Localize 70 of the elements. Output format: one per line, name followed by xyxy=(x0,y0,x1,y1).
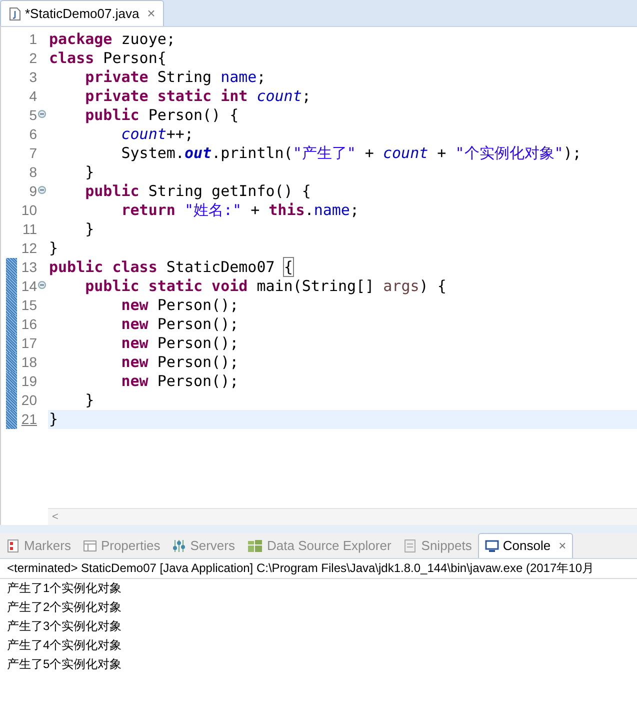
fold-icon[interactable] xyxy=(38,186,46,194)
code-text: class Person{ xyxy=(48,49,166,68)
code-text: public Person() { xyxy=(84,106,239,125)
line-number: 10 xyxy=(21,201,37,220)
horizontal-scrollbar[interactable]: < xyxy=(48,508,637,525)
close-icon[interactable]: × xyxy=(147,3,156,24)
line-number: 3 xyxy=(29,68,37,87)
code-text: new Person(); xyxy=(120,315,239,334)
fold-icon[interactable] xyxy=(38,281,46,289)
line-number: 4 xyxy=(29,87,37,106)
console-output-line: 产生了5个实例化对象 xyxy=(6,656,123,673)
monitor-icon xyxy=(484,539,499,553)
line-number: 2 xyxy=(29,49,37,68)
panel-tab[interactable]: Console × xyxy=(478,533,574,558)
fold-icon[interactable] xyxy=(38,110,46,118)
code-text: } xyxy=(48,410,58,429)
code-text: } xyxy=(84,220,94,239)
code-text: public class StaticDemo07 { xyxy=(48,258,293,277)
code-text: new Person(); xyxy=(120,353,239,372)
line-number: 18 xyxy=(21,353,37,372)
table-icon xyxy=(82,538,97,552)
markers-icon xyxy=(6,538,20,552)
line-number: 1 xyxy=(29,30,37,49)
line-number: 19 xyxy=(21,372,37,391)
line-number: 9 xyxy=(29,182,37,201)
code-text: return "姓名:" + this.name; xyxy=(120,201,359,220)
line-number: 21 xyxy=(21,410,37,429)
editor-tab[interactable]: *StaticDemo07.java × xyxy=(0,0,164,26)
line-number: 17 xyxy=(21,334,37,353)
code-text: new Person(); xyxy=(120,334,239,353)
code-text: } xyxy=(48,239,58,258)
panel-tab[interactable]: Data Source Explorer xyxy=(241,533,398,558)
code-text: System.out.println("产生了" + count + "个实例化对象"); xyxy=(120,144,582,163)
line-number: 13 xyxy=(21,258,37,277)
sliders-icon xyxy=(172,538,186,552)
snippets-icon xyxy=(403,538,418,552)
code-text: } xyxy=(84,163,94,182)
code-text: public static void main(String[] args) { xyxy=(84,277,446,296)
code-text: public String getInfo() { xyxy=(84,182,311,201)
console-output-line: 产生了3个实例化对象 xyxy=(6,618,123,635)
code-text: package zuoye; xyxy=(48,30,176,49)
console-output-line: 产生了2个实例化对象 xyxy=(6,599,123,616)
java-file-icon xyxy=(9,6,21,20)
line-number: 20 xyxy=(21,391,37,410)
database-icon xyxy=(247,538,263,552)
scroll-left-arrow[interactable]: < xyxy=(52,508,58,526)
line-number: 6 xyxy=(29,125,37,144)
panel-tab[interactable]: Properties xyxy=(76,533,166,558)
close-icon[interactable]: × xyxy=(558,536,566,556)
code-text: private String name; xyxy=(84,68,266,87)
editor-tab-title: *StaticDemo07.java xyxy=(25,4,140,23)
line-number: 15 xyxy=(21,296,37,315)
panel-tab[interactable]: Servers xyxy=(166,533,241,558)
console-output-line: 产生了4个实例化对象 xyxy=(6,637,123,654)
line-number: 12 xyxy=(21,239,37,258)
code-text: new Person(); xyxy=(120,372,239,391)
console-output-line: 产生了1个实例化对象 xyxy=(6,580,123,597)
line-number: 5 xyxy=(29,106,37,125)
code-text: private static int count; xyxy=(84,87,311,106)
line-number: 8 xyxy=(29,163,37,182)
code-text: } xyxy=(84,391,94,410)
code-text: new Person(); xyxy=(120,296,239,315)
console-header: <terminated> StaticDemo07 [Java Application] C:\Program Files\Java\jdk1.8.0_144\bin\javaw.exe (2017年10月 xyxy=(0,559,637,579)
line-number: 14 xyxy=(21,277,37,296)
panel-tab[interactable]: Snippets xyxy=(397,533,478,558)
code-text: count++; xyxy=(120,125,194,144)
line-number: 16 xyxy=(21,315,37,334)
panel-tab[interactable]: Markers xyxy=(0,533,77,558)
line-number: 7 xyxy=(29,144,37,163)
line-number: 11 xyxy=(22,220,37,239)
